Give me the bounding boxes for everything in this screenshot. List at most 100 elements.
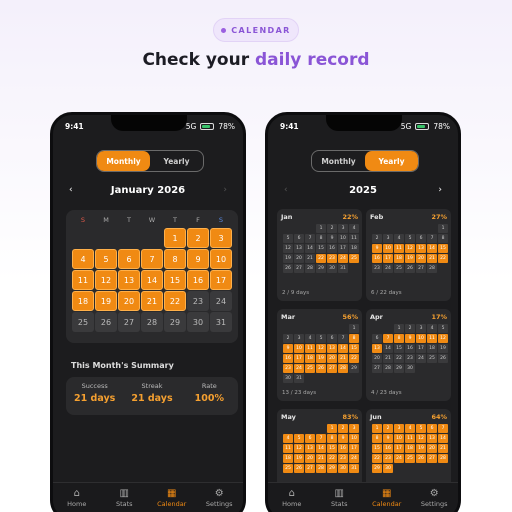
year-nav: ‹ 2025 › (280, 185, 446, 199)
month-calendar: SMTWTFS 1 2 3 4 5 6 7 8 9 10 11 12 13 14 15 16 17 18 19 20 2… (66, 210, 238, 343)
day-cell[interactable]: 26 (95, 312, 117, 332)
day-cell[interactable]: 7 (141, 249, 163, 269)
mini-day: 24 (338, 254, 348, 263)
month-footer: 4 / 23 days (371, 390, 402, 396)
mini-day: 30 (383, 464, 393, 473)
day-cell[interactable]: 19 (95, 291, 117, 311)
day-cell[interactable]: 16 (187, 270, 209, 290)
day-cell[interactable]: 15 (164, 270, 186, 290)
mini-day: 4 (349, 224, 359, 233)
tab-settings[interactable]: ⚙ Settings (411, 483, 459, 512)
mini-day: 7 (438, 424, 448, 433)
day-cell[interactable]: 11 (72, 270, 94, 290)
mini-day: 23 (405, 354, 415, 363)
tab-settings[interactable]: ⚙ Settings (196, 483, 244, 512)
mini-day: 19 (294, 454, 304, 463)
mini-day: 11 (394, 244, 404, 253)
mini-day: 2 (327, 224, 337, 233)
mini-day: 16 (383, 444, 393, 453)
mini-day: 9 (327, 234, 337, 243)
summary-streak: Streak 21 days (123, 377, 180, 415)
month-card[interactable]: Apr 17% 1 2 3 4 5 6 7 8 9 10 11 12 13 14 15 16 17 18 19 20 21 2… (366, 309, 451, 401)
day-cell[interactable]: 5 (95, 249, 117, 269)
status-time: 9:41 (280, 122, 299, 131)
day-cell[interactable]: 27 (118, 312, 140, 332)
day-cell[interactable]: 12 (95, 270, 117, 290)
day-cell[interactable]: 18 (72, 291, 94, 311)
mini-day: 13 (327, 344, 337, 353)
mini-day: 24 (383, 264, 393, 273)
mini-day: 25 (405, 454, 415, 463)
next-year-button[interactable]: › (438, 185, 442, 195)
mini-day: 14 (427, 244, 437, 253)
day-cell[interactable]: 31 (210, 312, 232, 332)
day-cell[interactable]: 4 (72, 249, 94, 269)
headline-highlight: daily record (255, 50, 370, 70)
day-cell[interactable]: 21 (141, 291, 163, 311)
toggle-yearly[interactable]: Yearly (365, 151, 418, 171)
day-cell[interactable]: 30 (187, 312, 209, 332)
summary-value: 100% (194, 393, 224, 404)
day-cell[interactable]: 29 (164, 312, 186, 332)
day-cell[interactable]: 25 (72, 312, 94, 332)
calendar-icon: ▦ (382, 488, 392, 499)
day-cell[interactable]: 3 (210, 228, 232, 248)
day-cell[interactable]: 13 (118, 270, 140, 290)
month-card[interactable]: Mar 56% 1 2 3 4 5 6 7 8 9 10 11 12 13 14 15 16 17 18 19 20 21 2… (277, 309, 362, 401)
weekday-label: S (80, 216, 86, 224)
mini-day-empty (283, 424, 293, 433)
mini-day: 2 (338, 424, 348, 433)
day-cell[interactable]: 17 (210, 270, 232, 290)
day-cell[interactable]: 1 (164, 228, 186, 248)
section-chip: CALENDAR (213, 18, 299, 42)
month-name: Jan (281, 213, 293, 221)
mini-day: 6 (327, 334, 337, 343)
mini-day: 6 (305, 434, 315, 443)
summary-card: Success 21 days Streak 21 days Rate 100% (66, 377, 238, 415)
tab-home[interactable]: ⌂ Home (268, 483, 316, 512)
mini-day: 12 (416, 434, 426, 443)
mini-day: 29 (327, 464, 337, 473)
chip-dot-icon (221, 27, 227, 33)
toggle-monthly[interactable]: Monthly (312, 151, 365, 171)
mini-day: 23 (372, 264, 382, 273)
phone-monthly: 9:41 5G 78% Monthly Yearly ‹ January 202… (50, 112, 246, 512)
tab-home[interactable]: ⌂ Home (53, 483, 101, 512)
day-cell[interactable]: 9 (187, 249, 209, 269)
mini-day: 22 (316, 254, 326, 263)
day-cell[interactable]: 6 (118, 249, 140, 269)
tab-stats[interactable]: ▥ Stats (101, 483, 149, 512)
day-cell[interactable]: 22 (164, 291, 186, 311)
mini-day: 24 (349, 454, 359, 463)
mini-day: 25 (394, 264, 404, 273)
day-cell[interactable]: 23 (187, 291, 209, 311)
day-cell[interactable]: 10 (210, 249, 232, 269)
weekday-label: W (148, 216, 156, 224)
network-label: 5G (185, 122, 197, 131)
mini-day: 17 (394, 444, 404, 453)
tab-calendar[interactable]: ▦ Calendar (363, 483, 411, 512)
tab-stats[interactable]: ▥ Stats (316, 483, 364, 512)
toggle-monthly[interactable]: Monthly (97, 151, 150, 171)
mini-day: 27 (372, 364, 382, 373)
day-cell[interactable]: 28 (141, 312, 163, 332)
mini-day: 28 (438, 454, 448, 463)
month-footer: 6 / 22 days (371, 290, 402, 296)
day-cell[interactable]: 2 (187, 228, 209, 248)
mini-day: 17 (294, 354, 304, 363)
mini-day: 5 (438, 324, 448, 333)
mini-day: 13 (305, 444, 315, 453)
view-toggle: Monthly Yearly (96, 150, 204, 172)
day-cell[interactable]: 20 (118, 291, 140, 311)
month-card[interactable]: Feb 27% 1 2 3 4 5 6 7 8 9 10 11 12 13 14 15 16 17 18 19 20 21 2… (366, 209, 451, 301)
day-cell[interactable]: 8 (164, 249, 186, 269)
day-cell[interactable]: 14 (141, 270, 163, 290)
next-month-button[interactable]: › (223, 185, 227, 195)
tab-calendar[interactable]: ▦ Calendar (148, 483, 196, 512)
day-cell[interactable]: 24 (210, 291, 232, 311)
mini-day-empty (327, 324, 337, 333)
month-card[interactable]: Jan 22% 1 2 3 4 5 6 7 8 9 10 11 12 13 14 15 16 17 18 19 20 21 2… (277, 209, 362, 301)
mini-day: 28 (316, 464, 326, 473)
weekday-label: T (127, 216, 131, 224)
toggle-yearly[interactable]: Yearly (150, 151, 203, 171)
